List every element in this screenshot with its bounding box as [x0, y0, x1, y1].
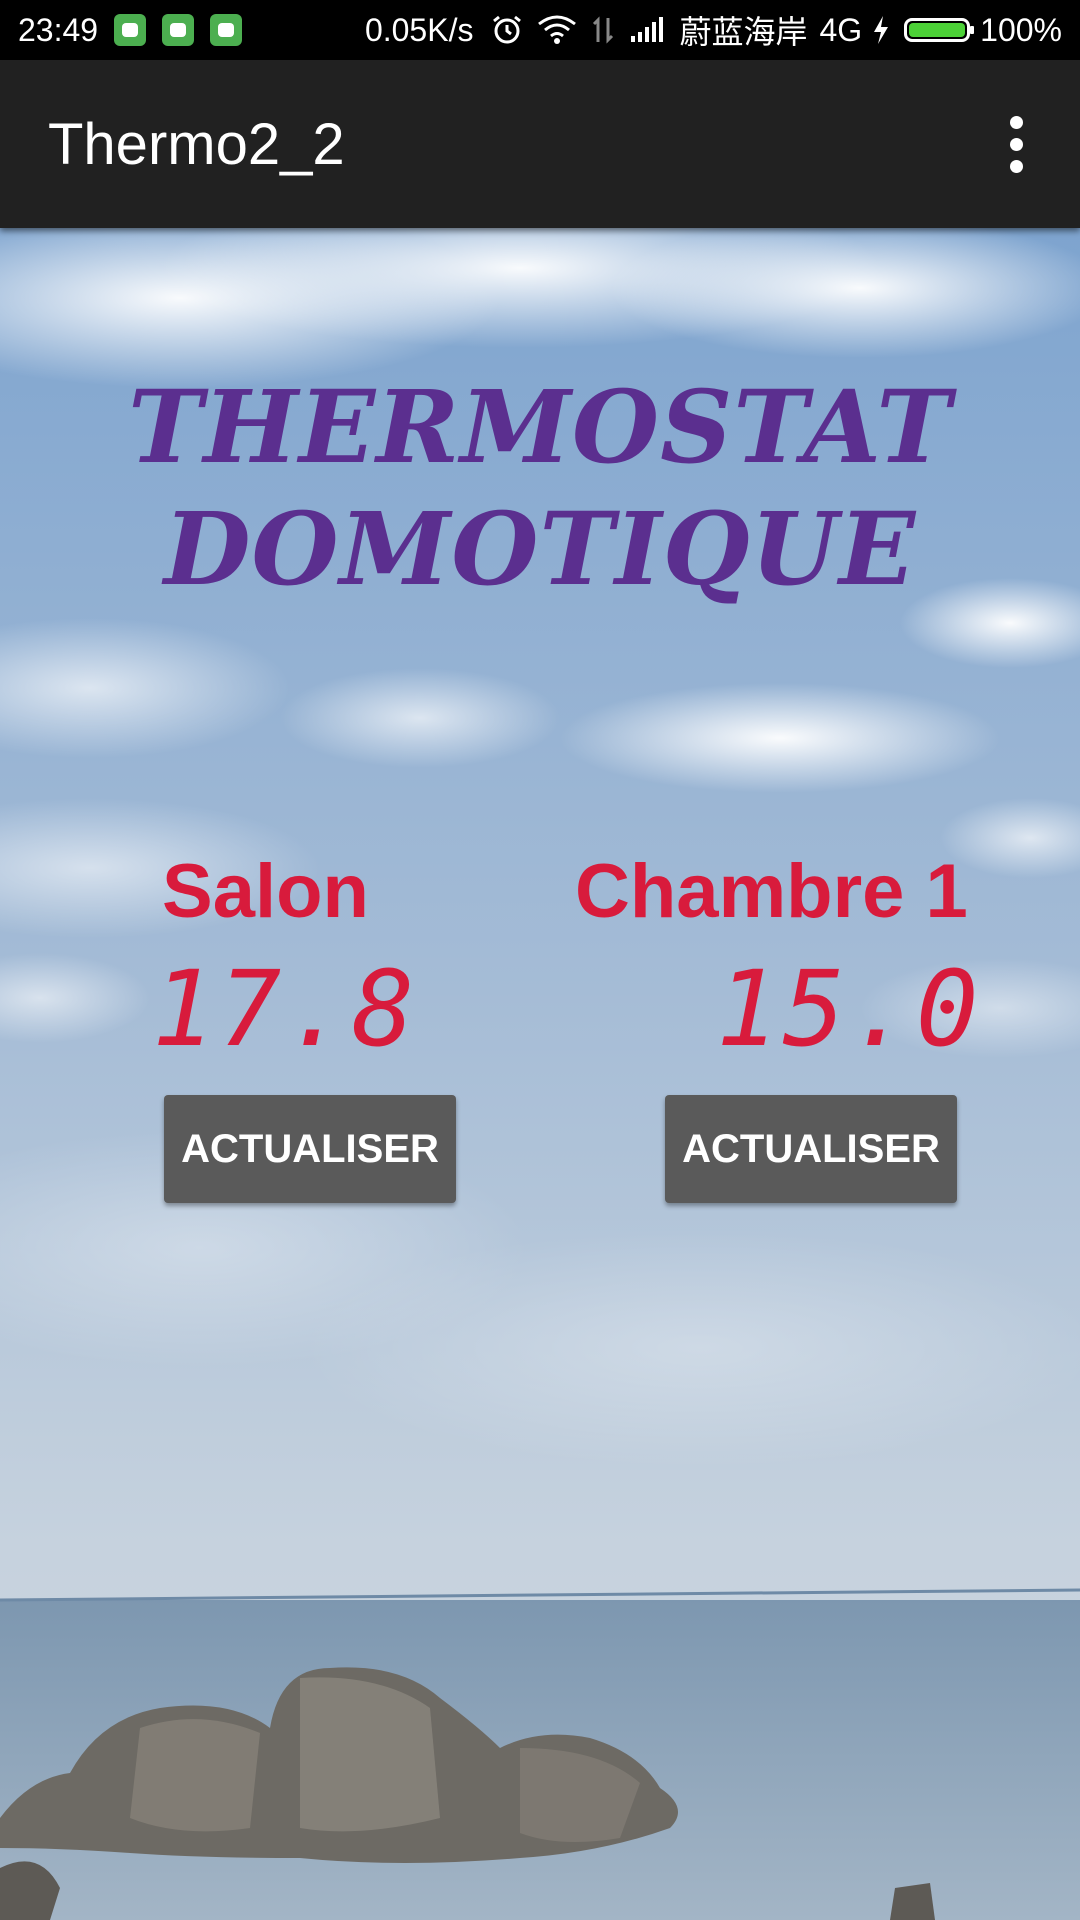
status-right: 0.05K/s 蔚蓝海岸 4G 100% — [365, 7, 1062, 53]
data-transfer-icon — [591, 14, 615, 46]
room-name-chambre-1: Chambre 1 — [575, 849, 968, 934]
battery-icon — [904, 18, 975, 42]
refresh-salon-button[interactable]: ACTUALISER — [164, 1095, 456, 1203]
refresh-chambre-1-button[interactable]: ACTUALISER — [665, 1095, 957, 1203]
app-title: Thermo2_2 — [48, 111, 345, 177]
status-bar: 23:49 0.05K/s 蔚蓝海岸 4G 100% — [0, 0, 1080, 60]
page-title: THERMOSTAT DOMOTIQUE — [0, 366, 1080, 610]
network-type: 4G — [819, 11, 863, 48]
charging-icon — [872, 15, 890, 45]
battery-percent: 100% — [980, 11, 1062, 48]
temperature-chambre-1: 15.0 — [716, 948, 983, 1070]
alarm-icon — [491, 14, 523, 46]
heading-line-1: THERMOSTAT — [128, 368, 952, 486]
room-name-salon: Salon — [162, 849, 369, 934]
signal-icon — [629, 16, 665, 44]
overflow-menu-icon[interactable] — [992, 104, 1040, 184]
heading-line-2: DOMOTIQUE — [163, 490, 917, 608]
status-time: 23:49 — [18, 11, 99, 48]
android-icon — [114, 14, 147, 46]
android-icon — [210, 14, 243, 46]
battery-level — [909, 23, 966, 37]
temperature-salon: 17.8 — [152, 948, 419, 1070]
network-speed: 0.05K/s — [364, 11, 474, 48]
action-bar: Thermo2_2 — [0, 60, 1080, 228]
main-content: THERMOSTAT DOMOTIQUE Salon Chambre 1 17.… — [0, 228, 1080, 1920]
battery-app-icon — [162, 14, 195, 46]
carrier-name: 蔚蓝海岸 — [679, 14, 808, 50]
wifi-icon — [537, 14, 577, 46]
screen: 23:49 0.05K/s 蔚蓝海岸 4G 100% Thermo2_2 THE… — [0, 0, 1080, 1920]
